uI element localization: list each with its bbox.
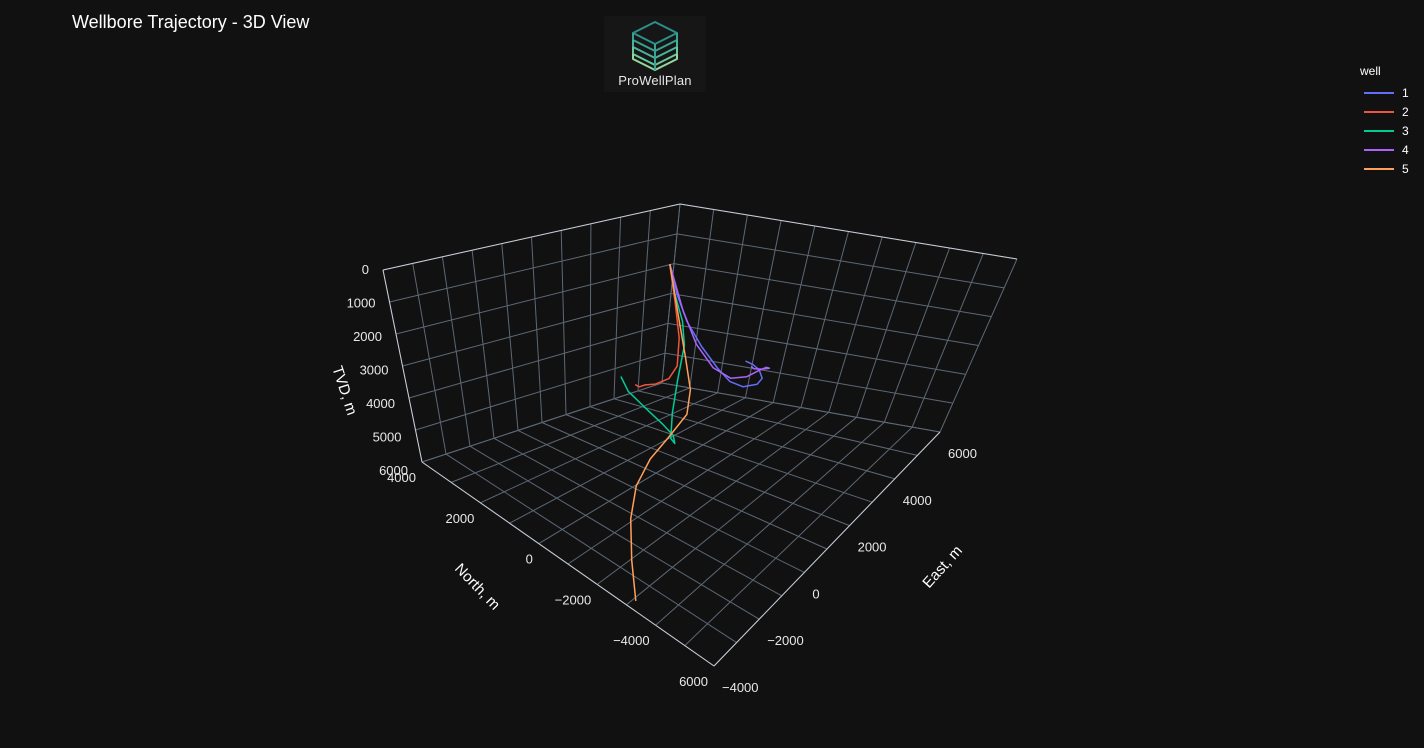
z-axis-title: TVD, m <box>328 364 360 418</box>
grid-line <box>451 387 690 483</box>
well-trajectory-1[interactable] <box>669 263 763 388</box>
well-trajectory-4[interactable] <box>669 263 771 380</box>
z-tick-label: 3000 <box>360 363 389 378</box>
grid-line <box>538 402 774 545</box>
grid-line <box>509 397 746 524</box>
x-axis-title: North, m <box>451 560 503 613</box>
box-edge <box>382 203 681 271</box>
z-tick-label: 1000 <box>347 296 376 311</box>
grid-line <box>395 263 675 335</box>
z-tick-label: 0 <box>362 262 369 277</box>
grid-line <box>421 382 663 463</box>
grid-line <box>389 233 678 303</box>
y-tick-label: 6000 <box>948 446 977 461</box>
axis-label-layer: TVD, m North, m East, m <box>328 364 966 614</box>
x-tick-label: 2000 <box>445 511 474 526</box>
grid-line <box>408 322 669 399</box>
grid-line <box>673 263 992 318</box>
grid-line <box>676 233 1005 289</box>
z-tick-label: 5000 <box>373 430 402 445</box>
z-tick-label: 2000 <box>353 329 382 344</box>
y-tick-label: 0 <box>812 586 819 601</box>
y-tick-label: −4000 <box>722 680 759 695</box>
x-tick-label: 0 <box>526 552 533 567</box>
y-axis-title: East, m <box>919 542 966 591</box>
y-tick-label: 4000 <box>903 493 932 508</box>
grid-line <box>670 293 979 346</box>
y-tick-label: 2000 <box>858 540 887 555</box>
well-trajectory-5[interactable] <box>629 263 692 601</box>
x-tick-label: −2000 <box>555 592 592 607</box>
3d-plot[interactable]: 0 1000 2000 3000 4000 5000 6000 6000 −4000 −2000 0… <box>0 0 1424 748</box>
grid-line <box>567 407 802 565</box>
x-tick-label: 6000 <box>679 674 708 689</box>
box-edge <box>679 203 1018 260</box>
z-tick-label: 4000 <box>366 396 395 411</box>
y-tick-label: −2000 <box>767 633 804 648</box>
grid-line <box>684 426 913 646</box>
grid-line <box>402 293 672 367</box>
box-edge <box>713 431 941 667</box>
x-tick-label: 4000 <box>387 470 416 485</box>
x-tick-label: −4000 <box>613 633 650 648</box>
